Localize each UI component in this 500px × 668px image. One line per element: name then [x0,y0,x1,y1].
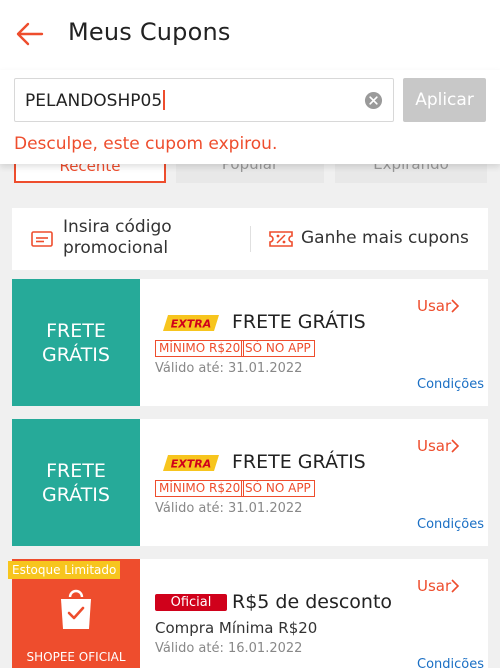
voucher-title: FRETE GRÁTIS [232,451,366,473]
use-button[interactable]: Usar [417,297,451,315]
limited-stock-badge: Estoque Limitado [8,561,121,579]
app-only-tag: SÓ NO APP [241,480,315,497]
chevron-right-icon[interactable] [450,299,460,313]
voucher-code-value: PELANDOSHP05 [25,90,166,111]
validity-text: Válido até: 31.01.2022 [155,361,303,376]
conditions-link[interactable]: Condições [417,657,484,668]
percent-ticket-icon [269,231,293,247]
clear-circle-icon[interactable] [364,91,383,110]
ticket-icon [31,231,53,247]
use-button[interactable]: Usar [417,437,451,455]
page-title: Meus Cupons [68,18,231,46]
voucher-left-label: FRETE GRÁTIS [42,320,110,366]
header: Meus Cupons [0,0,500,70]
divider [250,226,251,252]
use-button[interactable]: Usar [417,577,451,595]
official-badge: Oficial [155,594,227,611]
text-caret [163,90,166,110]
shopping-bag-icon [61,589,91,629]
voucher-body: EXTRA FRETE GRÁTIS MÍNIMO R$20 SÓ NO APP… [155,419,485,546]
svg-text:EXTRA: EXTRA [171,458,211,471]
min-spend-text: Compra Mínima R$20 [155,619,318,637]
shopee-official-label: SHOPEE OFICIAL [26,650,126,664]
enter-promo-code-label: Insira código promocional [63,217,172,258]
conditions-link[interactable]: Condições [417,517,484,532]
error-message: Desculpe, este cupom expirou. [14,134,278,154]
voucher-body: Oficial R$5 de desconto Compra Mínima R$… [155,559,485,668]
chevron-right-icon[interactable] [450,579,460,593]
app-only-tag: SÓ NO APP [241,340,315,357]
voucher-title: R$5 de desconto [232,591,393,613]
min-spend-tag: MÍNIMO R$20 [155,340,245,357]
conditions-link[interactable]: Condições [417,377,484,392]
extra-logo-icon: EXTRA [163,455,219,471]
voucher-card[interactable]: FRETE GRÁTIS EXTRA FRETE GRÁTIS MÍNIMO R… [7,279,488,406]
code-entry-panel: PELANDOSHP05 Aplicar Desculpe, este cupo… [0,70,500,164]
voucher-code-input[interactable]: PELANDOSHP05 [14,78,394,122]
min-spend-tag: MÍNIMO R$20 [155,480,245,497]
chevron-right-icon[interactable] [450,439,460,453]
validity-text: Válido até: 16.01.2022 [155,641,303,656]
voucher-card[interactable]: Estoque Limitado SHOPEE OFICIAL Oficial … [7,559,488,668]
voucher-left-panel: FRETE GRÁTIS [7,419,140,546]
get-more-vouchers-button[interactable]: Ganhe mais cupons [252,208,488,270]
arrow-left-icon[interactable] [14,18,46,50]
voucher-card[interactable]: FRETE GRÁTIS EXTRA FRETE GRÁTIS MÍNIMO R… [7,419,488,546]
voucher-body: EXTRA FRETE GRÁTIS MÍNIMO R$20 SÓ NO APP… [155,279,485,406]
svg-text:EXTRA: EXTRA [171,318,211,331]
validity-text: Válido até: 31.01.2022 [155,501,303,516]
voucher-left-panel: FRETE GRÁTIS [7,279,140,406]
get-more-vouchers-label: Ganhe mais cupons [301,228,469,248]
apply-button[interactable]: Aplicar [403,78,486,122]
action-bar: Insira código promocional Ganhe mais cup… [12,208,488,270]
voucher-left-label: FRETE GRÁTIS [42,460,110,506]
enter-promo-code-button[interactable]: Insira código promocional [12,208,250,270]
voucher-title: FRETE GRÁTIS [232,311,366,333]
extra-logo-icon: EXTRA [163,315,219,331]
